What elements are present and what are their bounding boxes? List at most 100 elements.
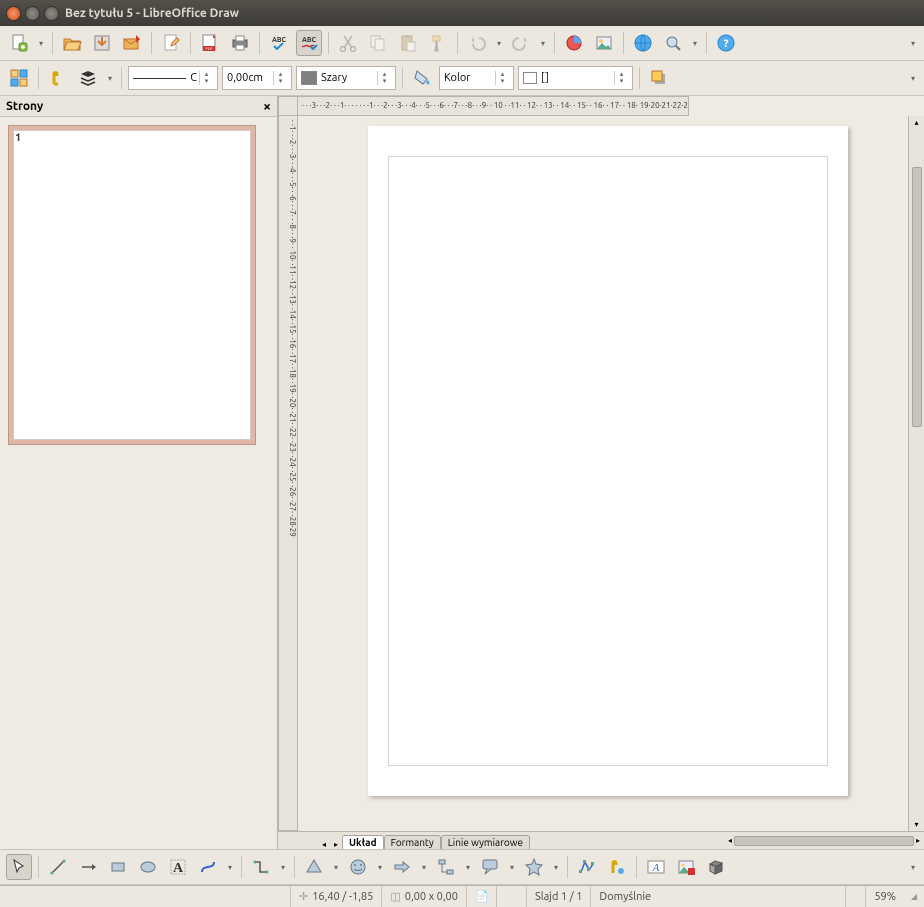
slide-number: 1	[15, 132, 21, 144]
svg-text:ABC: ABC	[302, 36, 317, 44]
email-button[interactable]	[119, 30, 145, 56]
horizontal-ruler[interactable]: · · ·3· · ·2· · ·1· · · · · · ·1· · ·2· …	[298, 96, 689, 116]
arrange-dropdown[interactable]: ▾	[105, 74, 115, 83]
vertical-scrollbar[interactable]: ▴ ▾	[908, 116, 924, 831]
window-titlebar: Bez tytułu 5 - LibreOffice Draw	[0, 0, 924, 26]
tab-scroll-right[interactable]: ▸	[330, 840, 342, 849]
vertical-ruler[interactable]: · ·1· · ·2· · ·3· · ·4· · ·5· · ·6· · ·7…	[278, 116, 298, 831]
glue-points-button[interactable]	[45, 65, 71, 91]
fill-color-select[interactable]: []▴▾	[518, 66, 633, 90]
curve-tool[interactable]	[195, 854, 221, 880]
resize-grip-icon[interactable]: ◢	[904, 886, 924, 907]
status-signature[interactable]	[496, 886, 526, 907]
layer-tabs: ◂ ▸ Układ Formanty Linie wymiarowe	[278, 832, 530, 849]
text-tool[interactable]: A	[165, 854, 191, 880]
line-tool[interactable]	[45, 854, 71, 880]
callouts-tool[interactable]	[477, 854, 503, 880]
arrow-tool[interactable]	[75, 854, 101, 880]
arrange-button[interactable]	[75, 65, 101, 91]
tab-scroll-left[interactable]: ◂	[318, 840, 330, 849]
drawing-toolbar-overflow[interactable]: ▾	[908, 863, 918, 872]
redo-dropdown[interactable]: ▾	[538, 39, 548, 48]
paste-button[interactable]	[395, 30, 421, 56]
tab-dimlines[interactable]: Linie wymiarowe	[441, 835, 530, 849]
tab-controls[interactable]: Formanty	[384, 835, 441, 849]
status-position: ✛16,40 / -1,85	[290, 886, 381, 907]
from-file-button[interactable]	[673, 854, 699, 880]
window-close-button[interactable]	[6, 6, 21, 21]
slides-panel-close-button[interactable]: ×	[263, 98, 271, 114]
fontwork-button[interactable]: A	[643, 854, 669, 880]
block-arrows-tool[interactable]	[389, 854, 415, 880]
status-slide[interactable]: Slajd 1 / 1	[526, 886, 590, 907]
connector-tool[interactable]	[248, 854, 274, 880]
undo-button[interactable]	[464, 30, 490, 56]
rectangle-tool[interactable]	[105, 854, 131, 880]
page-margin-guide	[388, 156, 828, 766]
save-button[interactable]	[89, 30, 115, 56]
svg-text:PDF: PDF	[205, 46, 212, 51]
ruler-corner	[278, 96, 298, 116]
slides-panel-title: Strony	[6, 100, 43, 113]
slide-thumbnail-1[interactable]: 1	[8, 125, 256, 445]
new-doc-dropdown[interactable]: ▾	[36, 39, 46, 48]
line-filling-toolbar: ▾ C▴▾ 0,00cm▴▾ Szary▴▾ Kolor▴▾ []▴▾ ▾	[0, 61, 924, 96]
toolbar2-overflow[interactable]: ▾	[908, 74, 918, 83]
zoom-dropdown[interactable]: ▾	[690, 39, 700, 48]
slides-panel: Strony × 1	[0, 96, 278, 849]
chart-button[interactable]	[561, 30, 587, 56]
page[interactable]	[368, 126, 848, 796]
horizontal-scrollbar[interactable]: ◂ ▸	[530, 832, 924, 849]
basic-shapes-tool[interactable]	[301, 854, 327, 880]
line-style-select[interactable]: C▴▾	[128, 66, 218, 90]
flowchart-tool[interactable]	[433, 854, 459, 880]
copy-button[interactable]	[365, 30, 391, 56]
status-zoom[interactable]: 59%	[865, 886, 904, 907]
window-title: Bez tytułu 5 - LibreOffice Draw	[65, 7, 239, 20]
svg-text:ABC: ABC	[272, 36, 287, 44]
undo-dropdown[interactable]: ▾	[494, 39, 504, 48]
hyperlink-button[interactable]	[630, 30, 656, 56]
symbol-shapes-tool[interactable]	[345, 854, 371, 880]
gluepoints-edit-button[interactable]	[604, 854, 630, 880]
ellipse-tool[interactable]	[135, 854, 161, 880]
help-button[interactable]: ?	[713, 30, 739, 56]
auto-spellcheck-button[interactable]: ABC	[296, 30, 322, 56]
select-tool[interactable]	[6, 854, 32, 880]
window-maximize-button[interactable]	[44, 6, 59, 21]
canvas-area: · · ·3· · ·2· · ·1· · · · · · ·1· · ·2· …	[278, 96, 924, 849]
format-paintbrush-button[interactable]	[425, 30, 451, 56]
line-width-field[interactable]: 0,00cm▴▾	[222, 66, 292, 90]
area-button[interactable]	[409, 65, 435, 91]
status-style[interactable]: Domyślnie	[590, 886, 845, 907]
extrusion-button[interactable]	[703, 854, 729, 880]
new-doc-button[interactable]	[6, 30, 32, 56]
tab-layout[interactable]: Układ	[342, 835, 384, 849]
export-pdf-button[interactable]: PDF	[197, 30, 223, 56]
insert-image-button[interactable]	[591, 30, 617, 56]
redo-button[interactable]	[508, 30, 534, 56]
line-color-select[interactable]: Szary▴▾	[296, 66, 396, 90]
shadow-button[interactable]	[646, 65, 672, 91]
navigator-button[interactable]	[660, 30, 686, 56]
connector-dropdown[interactable]: ▾	[278, 863, 288, 872]
svg-text:A: A	[652, 862, 660, 874]
print-button[interactable]	[227, 30, 253, 56]
cut-button[interactable]	[335, 30, 361, 56]
showgrid-button[interactable]	[6, 65, 32, 91]
status-bar: ✛16,40 / -1,85 ◫0,00 x 0,00 📄 Slajd 1 / …	[0, 885, 924, 907]
edit-points-button[interactable]	[574, 854, 600, 880]
edit-file-button[interactable]	[158, 30, 184, 56]
stars-tool[interactable]	[521, 854, 547, 880]
toolbar-overflow[interactable]: ▾	[908, 39, 918, 48]
fill-type-select[interactable]: Kolor▴▾	[439, 66, 514, 90]
window-minimize-button[interactable]	[25, 6, 40, 21]
svg-text:?: ?	[724, 38, 729, 50]
status-modified-icon: 📄	[466, 886, 496, 907]
status-size: ◫0,00 x 0,00	[381, 886, 466, 907]
drawing-canvas[interactable]	[298, 116, 908, 831]
curve-dropdown[interactable]: ▾	[225, 863, 235, 872]
spellcheck-button[interactable]: ABC	[266, 30, 292, 56]
open-button[interactable]	[59, 30, 85, 56]
drawing-toolbar: A ▾ ▾ ▾ ▾ ▾ ▾ ▾ ▾ A ▾	[0, 849, 924, 885]
